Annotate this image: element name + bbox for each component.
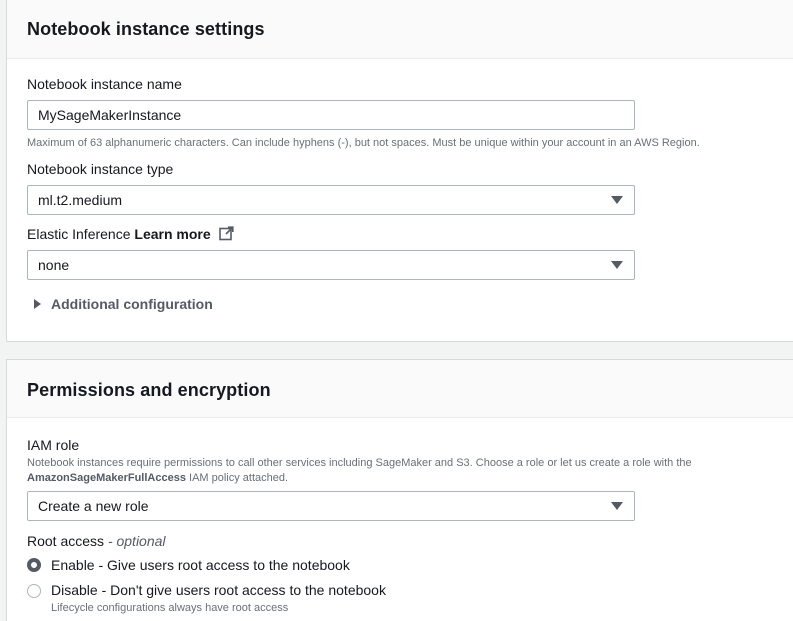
- root-access-label-row: Root access - optional: [27, 533, 166, 549]
- learn-more-link[interactable]: Learn more: [134, 226, 210, 242]
- iam-role-select[interactable]: Create a new role: [27, 491, 635, 521]
- elastic-inference-value: none: [38, 257, 70, 273]
- elastic-inference-select[interactable]: none: [27, 250, 635, 280]
- root-disable-radio[interactable]: [27, 584, 41, 598]
- external-link-icon[interactable]: [218, 226, 234, 244]
- iam-help-suffix: IAM policy attached.: [189, 472, 289, 484]
- caret-down-icon: [611, 502, 623, 510]
- iam-role-value: Create a new role: [38, 498, 149, 514]
- notebook-settings-panel: Notebook instance settings Notebook inst…: [6, 0, 793, 342]
- root-enable-radio[interactable]: [27, 558, 41, 572]
- root-access-label: Root access: [27, 533, 105, 549]
- instance-type-value: ml.t2.medium: [38, 192, 123, 208]
- additional-configuration-label: Additional configuration: [51, 296, 213, 312]
- caret-down-icon: [611, 196, 623, 204]
- additional-configuration-toggle[interactable]: Additional configuration: [34, 296, 213, 312]
- iam-role-help: Notebook instances require permissions t…: [27, 456, 777, 486]
- panel-title: Notebook instance settings: [27, 19, 265, 39]
- permissions-panel: Permissions and encryption IAM role Note…: [6, 359, 793, 621]
- caret-right-icon: [34, 299, 41, 309]
- root-disable-label[interactable]: Disable - Don't give users root access t…: [51, 582, 386, 598]
- elastic-inference-label: Elastic Inference: [27, 226, 131, 242]
- panel-header: Permissions and encryption: [7, 360, 793, 418]
- iam-help-prefix: Notebook instances require permissions t…: [27, 457, 692, 469]
- instance-name-label: Notebook instance name: [27, 76, 182, 92]
- iam-help-policy: AmazonSageMakerFullAccess: [27, 472, 186, 484]
- panel-header: Notebook instance settings: [7, 0, 793, 59]
- root-enable-label[interactable]: Enable - Give users root access to the n…: [51, 557, 350, 573]
- instance-type-label: Notebook instance type: [27, 161, 174, 177]
- panel-title: Permissions and encryption: [27, 380, 271, 400]
- iam-role-label: IAM role: [27, 437, 80, 453]
- instance-name-help: Maximum of 63 alphanumeric characters. C…: [27, 137, 700, 149]
- instance-type-select[interactable]: ml.t2.medium: [27, 185, 635, 215]
- elastic-inference-label-row: Elastic Inference Learn more: [27, 226, 234, 244]
- caret-down-icon: [611, 261, 623, 269]
- root-disable-help: Lifecycle configurations always have roo…: [51, 602, 289, 614]
- root-access-optional: - optional: [107, 533, 166, 549]
- instance-name-input[interactable]: MySageMakerInstance: [27, 100, 635, 130]
